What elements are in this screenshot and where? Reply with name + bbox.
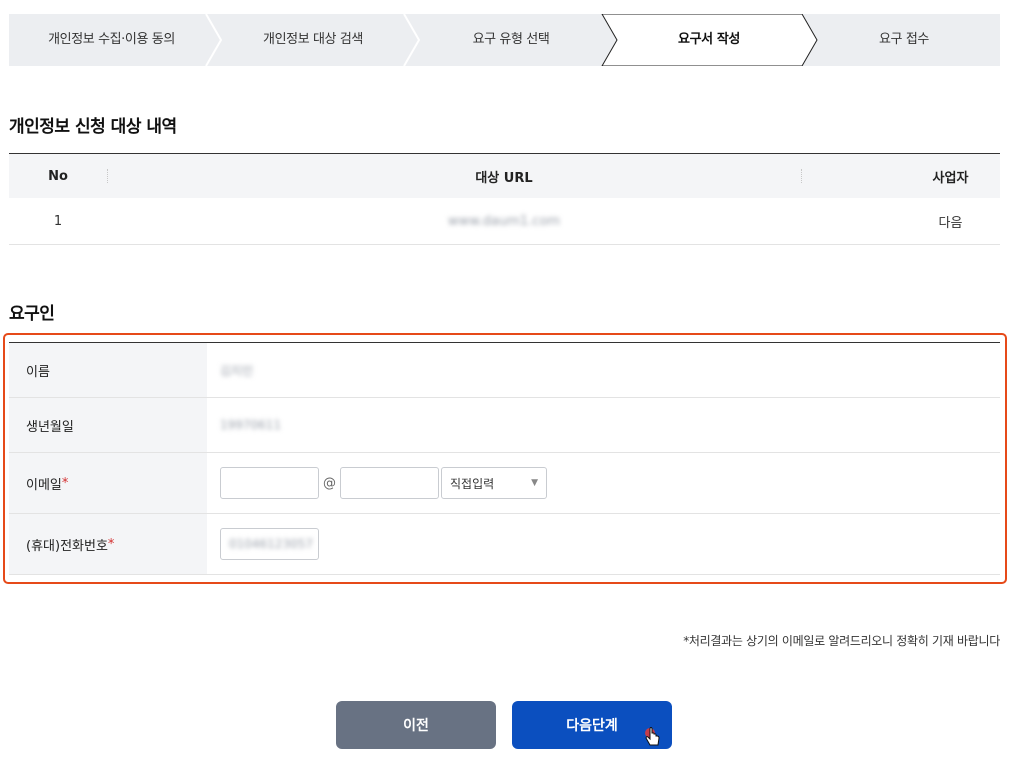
target-section-title: 개인정보 신청 대상 내역: [9, 117, 177, 137]
row-url-text: www.daum1.com: [447, 213, 561, 229]
email-label-text: 이메일: [26, 477, 62, 493]
email-value-cell: @ 직접입력 ▼: [207, 453, 1000, 513]
target-table: No 대상 URL 사업자 1 www.daum1.com 다음: [9, 153, 1000, 245]
column-divider: [801, 169, 802, 183]
phone-value-cell: 01046123057: [207, 514, 1000, 574]
step-write-request: 요구서 작성: [678, 32, 740, 47]
step-receipt: 요구 접수: [879, 32, 929, 47]
email-domain-select[interactable]: 직접입력 ▼: [441, 467, 547, 499]
birth-row: 생년월일 19970611: [9, 398, 1000, 453]
table-row: 1 www.daum1.com 다음: [9, 198, 1000, 245]
birth-value-cell: 19970611: [207, 398, 1000, 452]
row-business: 다음: [938, 215, 963, 231]
requester-section-title: 요구인: [9, 304, 55, 324]
email-local-input[interactable]: [220, 467, 319, 499]
email-label: 이메일 *: [9, 453, 207, 513]
prev-button[interactable]: 이전: [336, 701, 496, 749]
phone-row: (휴대)전화번호 * 01046123057: [9, 514, 1000, 575]
phone-label: (휴대)전화번호 *: [9, 514, 207, 574]
phone-input[interactable]: 01046123057: [220, 528, 319, 560]
birth-value: 19970611: [220, 418, 282, 432]
row-no: 1: [53, 213, 63, 229]
column-header-no: No: [48, 168, 68, 184]
name-row: 이름 김지민: [9, 343, 1000, 398]
row-url: www.daum1.com: [107, 198, 901, 244]
required-mark: *: [107, 536, 115, 552]
required-mark: *: [61, 475, 69, 491]
step-request-type: 요구 유형 선택: [472, 32, 550, 47]
at-sign: @: [323, 475, 336, 491]
table-header: No 대상 URL 사업자: [9, 154, 1000, 198]
email-row: 이메일 * @ 직접입력 ▼: [9, 453, 1000, 514]
email-domain-input[interactable]: [340, 467, 439, 499]
name-label: 이름: [9, 343, 207, 397]
email-notice: *처리결과는 상기의 이메일로 알려드리오니 정확히 기재 바랍니다: [683, 634, 1000, 648]
phone-input-value: 01046123057: [229, 537, 313, 551]
chevron-down-icon: ▼: [531, 478, 538, 488]
email-domain-select-value: 직접입력: [450, 476, 495, 491]
phone-label-text: (휴대)전화번호: [26, 538, 108, 554]
name-value-cell: 김지민: [207, 343, 1000, 397]
name-value: 김지민: [220, 363, 254, 378]
step-search: 개인정보 대상 검색: [263, 32, 363, 47]
hand-cursor-icon: [645, 726, 660, 746]
column-header-business: 사업자: [932, 170, 969, 186]
progress-stepper: 개인정보 수집·이용 동의 개인정보 대상 검색 요구 유형 선택 요구서 작성…: [9, 14, 1000, 66]
requester-form: 이름 김지민 생년월일 19970611 이메일 * @ 직접입력 ▼ (휴대)전…: [9, 342, 1000, 575]
birth-label: 생년월일: [9, 398, 207, 452]
column-header-url: 대상 URL: [475, 170, 533, 186]
step-consent: 개인정보 수집·이용 동의: [48, 32, 175, 47]
